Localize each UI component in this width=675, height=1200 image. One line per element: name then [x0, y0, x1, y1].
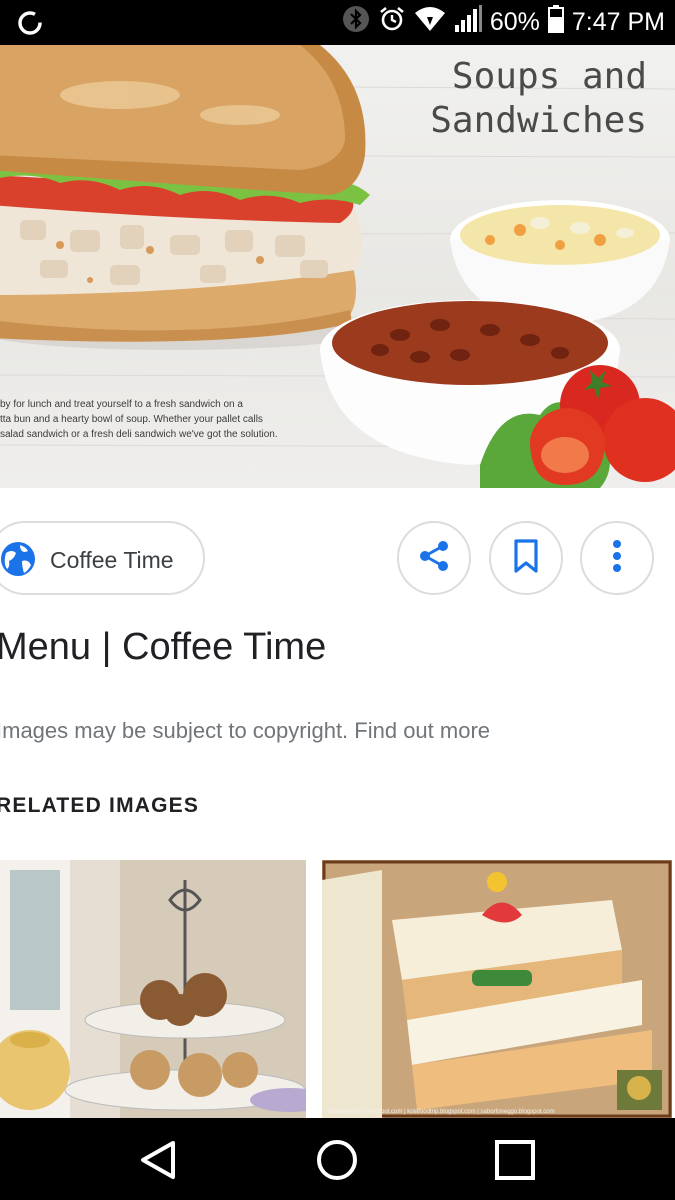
status-bar: 60% 7:47 PM	[0, 0, 675, 45]
hero-title: Soups and Sandwiches	[430, 55, 647, 143]
hero-caption: by for lunch and treat yourself to a fre…	[0, 397, 330, 442]
alarm-icon	[378, 5, 406, 40]
hero-image[interactable]: Soups and Sandwiches by for lunch and tr…	[0, 45, 675, 488]
more-options-button[interactable]	[580, 521, 654, 595]
share-icon	[416, 538, 452, 579]
hero-caption-line-2: tta bun and a hearty bowl of soup. Wheth…	[0, 414, 263, 425]
hero-caption-line-1: by for lunch and treat yourself to a fre…	[0, 399, 243, 410]
afternoon-tea-stand-image	[0, 860, 306, 1118]
recent-apps-icon	[492, 1140, 538, 1187]
sync-icon	[16, 9, 44, 42]
save-button[interactable]	[489, 521, 563, 595]
wifi-icon	[414, 5, 446, 40]
page-title[interactable]: Menu | Coffee Time	[0, 626, 326, 669]
related-image-2[interactable]: flavoursofcoin.blogspot.com | kolafoodtr…	[322, 860, 672, 1118]
home-button[interactable]	[314, 1137, 360, 1183]
navigation-bar	[0, 1118, 675, 1200]
globe-icon	[0, 539, 38, 584]
source-chip[interactable]: Coffee Time	[0, 521, 205, 595]
hero-caption-line-3: salad sandwich or a fresh deli sandwich …	[0, 429, 278, 440]
more-vertical-icon	[611, 538, 623, 579]
copyright-notice[interactable]: Images may be subject to copyright. Find…	[0, 718, 490, 744]
source-label: Coffee Time	[50, 547, 174, 573]
battery-percent: 60%	[489, 8, 540, 36]
related-images-heading: RELATED IMAGES	[0, 794, 200, 817]
hero-title-line-1: Soups and	[451, 56, 647, 97]
battery-icon	[547, 5, 564, 40]
share-button[interactable]	[397, 521, 471, 595]
hero-title-line-2: Sandwiches	[430, 100, 647, 141]
bluetooth-icon	[342, 5, 370, 40]
clock: 7:47 PM	[571, 8, 665, 36]
back-icon	[135, 1141, 181, 1187]
related-image-1[interactable]	[0, 860, 306, 1118]
tea-sandwiches-image	[322, 860, 672, 1118]
back-button[interactable]	[135, 1137, 181, 1183]
recent-apps-button[interactable]	[492, 1137, 538, 1183]
image-credit: flavoursofcoin.blogspot.com | kolafoodtr…	[328, 1109, 555, 1115]
bookmark-icon	[511, 538, 541, 579]
signal-icon	[454, 5, 482, 40]
home-icon	[314, 1140, 360, 1187]
